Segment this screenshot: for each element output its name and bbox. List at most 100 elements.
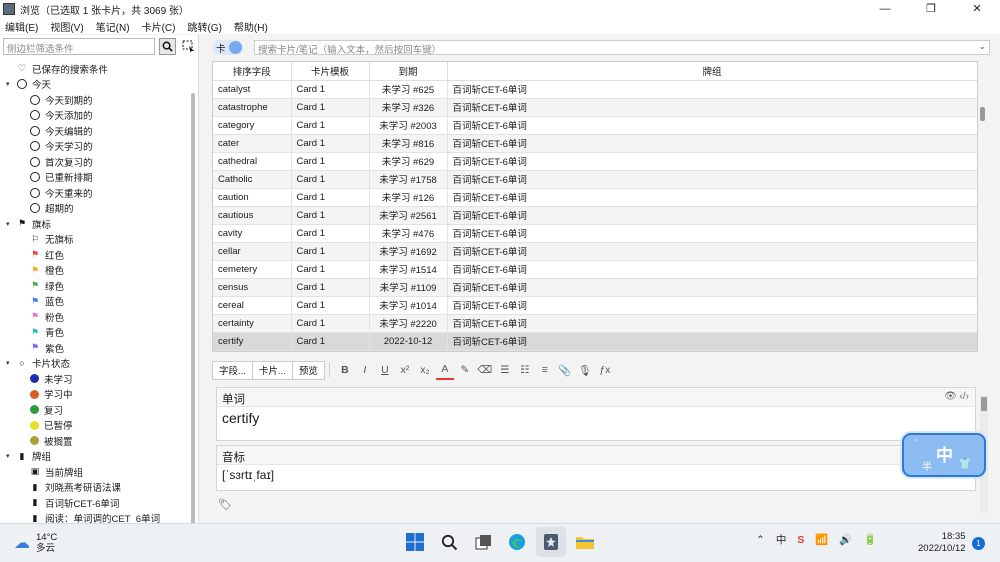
cell-due[interactable]: 未学习 #476	[369, 224, 448, 243]
menu-note[interactable]: 笔记(N)	[96, 19, 130, 34]
cell-due[interactable]: 未学习 #126	[369, 188, 448, 207]
bold-icon[interactable]: B	[336, 361, 354, 380]
sidebar-item[interactable]: 今天到期的	[0, 92, 190, 108]
sidebar-item[interactable]: ⚑ 蓝色	[0, 294, 190, 310]
ime-status-widget[interactable]: ° 中 半 👕	[902, 433, 986, 477]
sidebar-item[interactable]: ⚑ 青色	[0, 325, 190, 341]
preview-button[interactable]: 预览	[292, 360, 325, 380]
col-sort-field[interactable]: 排序字段	[213, 62, 292, 81]
cell-card-template[interactable]: Card 1	[291, 188, 370, 207]
battery-icon[interactable]: 🔋	[863, 533, 876, 546]
sidebar-item[interactable]: 首次复习的	[0, 154, 190, 170]
cell-card-template[interactable]: Card 1	[291, 260, 370, 279]
table-row[interactable]: Catholic Card 1 未学习 #1758 百词斩CET-6单词	[213, 170, 977, 189]
cell-due[interactable]: 未学习 #1692	[369, 242, 448, 261]
minimize-button[interactable]: —	[862, 0, 908, 18]
cell-card-template[interactable]: Card 1	[291, 242, 370, 261]
close-button[interactable]: ✕	[954, 0, 1000, 18]
table-row[interactable]: catalyst Card 1 未学习 #625 百词斩CET-6单词	[213, 80, 977, 99]
chevron-down-icon[interactable]: ▾	[6, 80, 14, 88]
weather-widget[interactable]: ☁ 14°C 多云	[14, 532, 57, 554]
cell-sort-field[interactable]: cautious	[213, 206, 292, 225]
cell-card-template[interactable]: Card 1	[291, 314, 370, 333]
sidebar-search-button[interactable]	[159, 38, 176, 55]
file-explorer-app[interactable]	[570, 527, 600, 557]
sidebar-item[interactable]: 复习	[0, 402, 190, 418]
sidebar-item[interactable]: ▣ 当前牌组	[0, 464, 190, 480]
underline-icon[interactable]: U	[376, 361, 394, 380]
tag-icon[interactable]: 🏷	[218, 498, 232, 511]
sidebar-item[interactable]: 学习中	[0, 387, 190, 403]
sidebar-select-tool-button[interactable]	[180, 38, 196, 55]
cell-due[interactable]: 未学习 #629	[369, 152, 448, 171]
start-button[interactable]	[400, 527, 430, 557]
sidebar-item[interactable]: ⚑ 紫色	[0, 340, 190, 356]
notification-badge[interactable]: 1	[972, 537, 985, 550]
table-scrollbar-thumb[interactable]	[980, 107, 985, 121]
menu-edit[interactable]: 编辑(E)	[5, 19, 38, 34]
table-row[interactable]: cemetery Card 1 未学习 #1514 百词斩CET-6单词	[213, 260, 977, 279]
cell-sort-field[interactable]: category	[213, 116, 292, 135]
chevron-up-icon[interactable]: ⌃	[756, 534, 765, 546]
text-color-icon[interactable]: A	[435, 361, 454, 380]
eraser-icon[interactable]: ⌫	[476, 361, 494, 380]
cell-card-template[interactable]: Card 1	[291, 278, 370, 297]
cell-sort-field[interactable]: cereal	[213, 296, 292, 315]
menu-help[interactable]: 帮助(H)	[234, 19, 268, 34]
sidebar-item[interactable]: ▾ 今天	[0, 77, 190, 93]
field-phonetic-input[interactable]: [ˈsɜrtɪˌfaɪ]	[217, 465, 975, 485]
cell-card-template[interactable]: Card 1	[291, 134, 370, 153]
table-row[interactable]: cavity Card 1 未学习 #476 百词斩CET-6单词	[213, 224, 977, 243]
maximize-button[interactable]: ❐	[908, 0, 954, 18]
card-search-input[interactable]: 搜索卡片/笔记（输入文本，然后按回车键） ⌄	[254, 40, 990, 56]
sidebar-item[interactable]: ▮ 刘晓燕考研语法课	[0, 480, 190, 496]
table-row[interactable]: cellar Card 1 未学习 #1692 百词斩CET-6单词	[213, 242, 977, 261]
task-view-button[interactable]	[468, 527, 498, 557]
clock[interactable]: 18:35 2022/10/12	[918, 531, 966, 555]
cell-sort-field[interactable]: Catholic	[213, 170, 292, 189]
chevron-down-icon[interactable]: ▾	[6, 220, 14, 228]
table-row[interactable]: census Card 1 未学习 #1109 百词斩CET-6单词	[213, 278, 977, 297]
cell-due[interactable]: 未学习 #625	[369, 80, 448, 99]
anki-app[interactable]	[536, 527, 566, 557]
cell-sort-field[interactable]: cavity	[213, 224, 292, 243]
cell-card-template[interactable]: Card 1	[291, 206, 370, 225]
col-deck[interactable]: 牌组	[447, 62, 977, 81]
sidebar-scrollbar[interactable]	[191, 93, 195, 553]
cell-card-template[interactable]: Card 1	[291, 296, 370, 315]
sidebar-item[interactable]: ⚑ 橙色	[0, 263, 190, 279]
cell-due[interactable]: 未学习 #2561	[369, 206, 448, 225]
cell-deck[interactable]: 百词斩CET-6单词	[447, 314, 977, 333]
formula-icon[interactable]: ƒx	[596, 361, 614, 380]
cell-deck[interactable]: 百词斩CET-6单词	[447, 332, 977, 351]
cell-due[interactable]: 未学习 #326	[369, 98, 448, 117]
highlight-icon[interactable]: ✎	[456, 361, 474, 380]
cell-sort-field[interactable]: cemetery	[213, 260, 292, 279]
cell-deck[interactable]: 百词斩CET-6单词	[447, 224, 977, 243]
cell-sort-field[interactable]: certify	[213, 332, 292, 351]
cell-deck[interactable]: 百词斩CET-6单词	[447, 278, 977, 297]
sidebar-item[interactable]: ⚑ 红色	[0, 247, 190, 263]
sidebar-item[interactable]: ⚐ 无旗标	[0, 232, 190, 248]
cell-card-template[interactable]: Card 1	[291, 170, 370, 189]
table-row[interactable]: cater Card 1 未学习 #816 百词斩CET-6单词	[213, 134, 977, 153]
table-row[interactable]: certify Card 1 2022-10-12 百词斩CET-6单词	[213, 332, 977, 351]
cell-due[interactable]: 未学习 #2220	[369, 314, 448, 333]
sidebar-item[interactable]: ♡ 已保存的搜索条件	[0, 61, 190, 77]
table-row[interactable]: caution Card 1 未学习 #126 百词斩CET-6单词	[213, 188, 977, 207]
menu-view[interactable]: 视图(V)	[50, 19, 83, 34]
col-card-template[interactable]: 卡片模板	[291, 62, 370, 81]
bullet-list-icon[interactable]: ☰	[496, 361, 514, 380]
cell-sort-field[interactable]: cellar	[213, 242, 292, 261]
numbered-list-icon[interactable]: ☷	[516, 361, 534, 380]
cell-deck[interactable]: 百词斩CET-6单词	[447, 296, 977, 315]
cell-deck[interactable]: 百词斩CET-6单词	[447, 98, 977, 117]
chevron-down-icon[interactable]: ⌄	[978, 41, 986, 52]
cell-due[interactable]: 未学习 #2003	[369, 116, 448, 135]
cell-deck[interactable]: 百词斩CET-6单词	[447, 260, 977, 279]
sidebar-filter-input[interactable]: 侧边栏筛选条件	[3, 38, 155, 55]
cell-card-template[interactable]: Card 1	[291, 332, 370, 351]
field-tools[interactable]: 👁 ‹/›	[944, 391, 969, 402]
chevron-down-icon[interactable]: ▾	[6, 452, 14, 460]
sidebar-item[interactable]: ▮ 百词斩CET-6单词	[0, 495, 190, 511]
